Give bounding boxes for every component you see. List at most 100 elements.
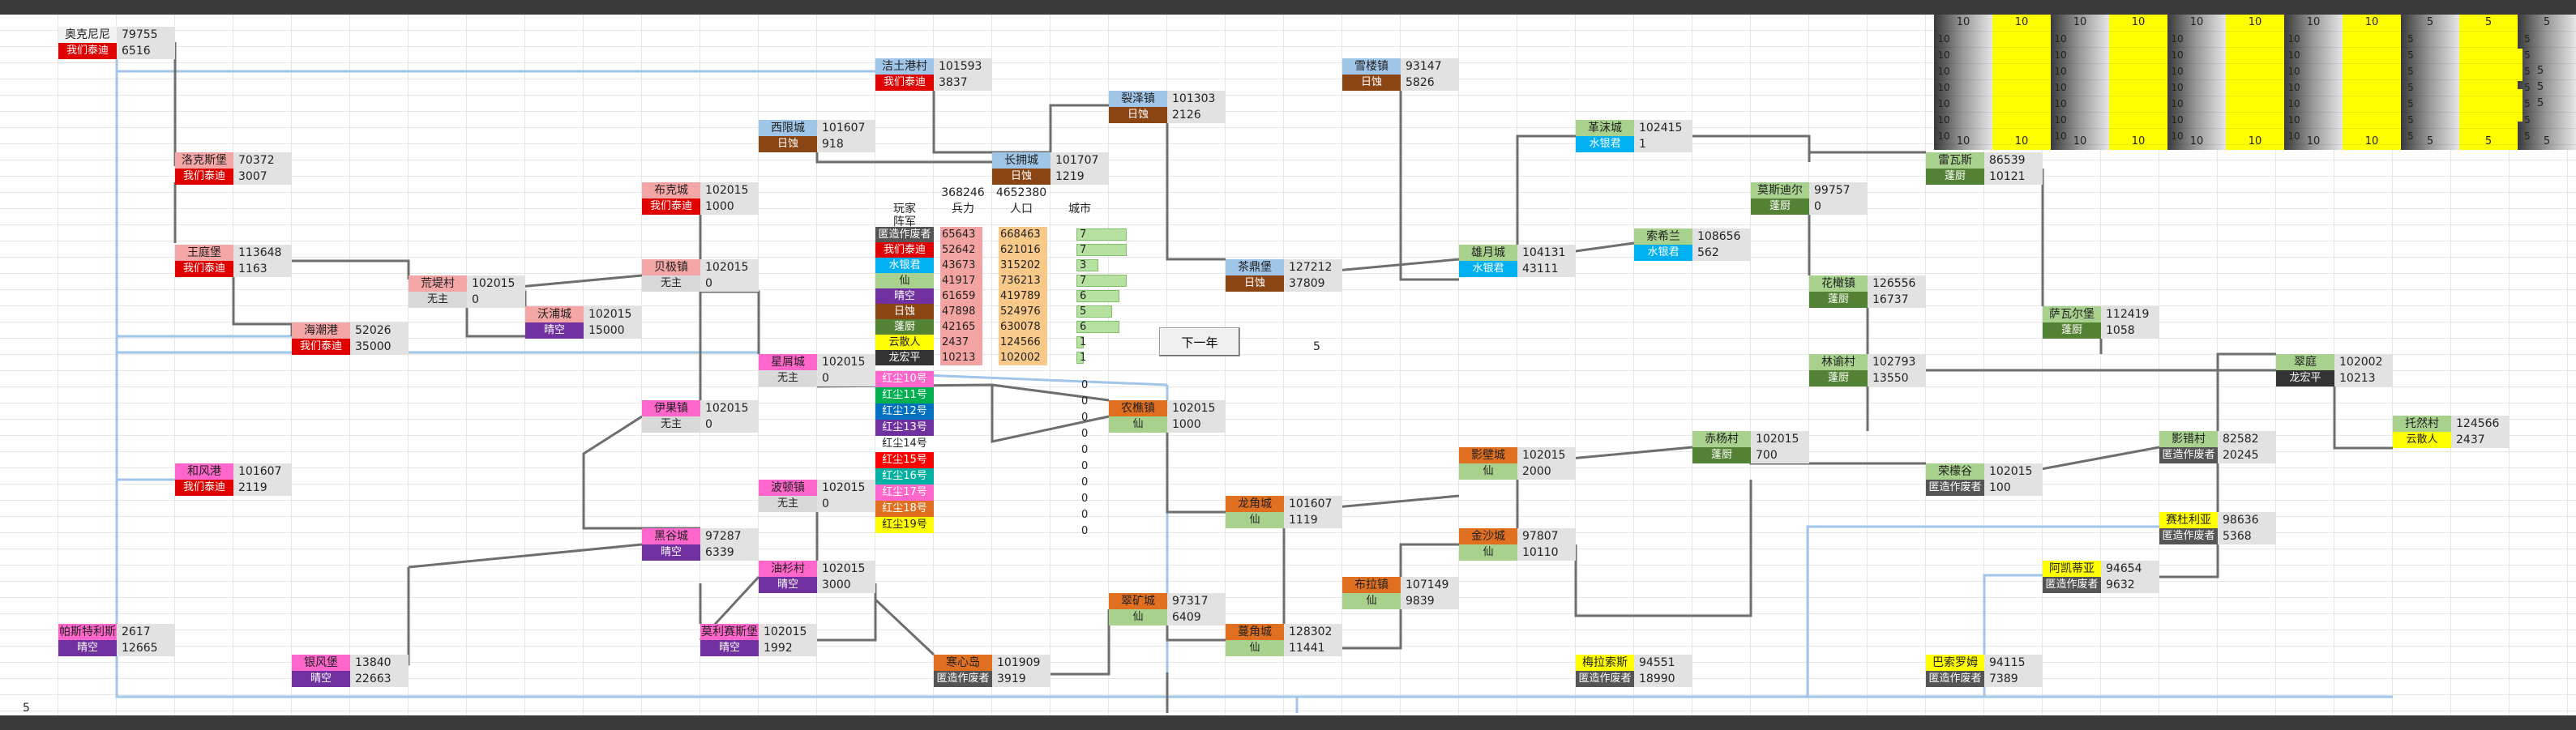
city-node-tuoran[interactable]: 托然村 124566 云散人 2437 <box>2393 416 2510 448</box>
city-node-woheng[interactable]: 沃浦城 102015 晴空 15000 <box>525 306 642 339</box>
city-name: 伊果镇 <box>642 400 700 416</box>
city-node-changyong[interactable]: 长拥城 101707 日蚀 1219 <box>992 152 1109 185</box>
city-node-chiyang[interactable]: 赤杨村 102015 蓬厨 700 <box>1692 431 1809 463</box>
stat-pop: 668463 <box>999 227 1047 242</box>
city-node-jietu[interactable]: 洁土港村 101593 我们泰迪 3837 <box>875 58 992 91</box>
stat-troops: 41917 <box>940 273 982 288</box>
city-population: 102015 <box>759 624 817 640</box>
city-node-xuelun[interactable]: 雪楼镇 93147 日蚀 5826 <box>1342 58 1459 91</box>
reserve-slot: 红尘16号 <box>875 468 934 485</box>
banner-cell-value: 5 <box>2407 66 2414 77</box>
stat-faction: 云散人 <box>875 335 934 350</box>
city-node-youshan[interactable]: 油杉村 102015 晴空 3000 <box>759 561 875 593</box>
city-node-haichao[interactable]: 海潮港 52026 我们泰迪 35000 <box>292 322 409 355</box>
city-node-cuiting[interactable]: 翠庭 102002 龙宏平 10213 <box>2276 354 2393 386</box>
city-name: 托然村 <box>2393 416 2451 432</box>
city-node-yingbi[interactable]: 影壁城 102015 仙 2000 <box>1459 447 1576 480</box>
city-owner: 匿造作废者 <box>934 671 992 687</box>
city-node-heigu[interactable]: 黑谷城 97287 晴空 6339 <box>642 528 759 561</box>
city-node-hefeng[interactable]: 和风港 101607 我们泰迪 2119 <box>175 463 292 496</box>
city-node-hanxin[interactable]: 寒心岛 101909 匿造作废者 3919 <box>934 655 1051 687</box>
city-node-manjiao[interactable]: 蔓角城 128302 仙 11441 <box>1226 624 1342 656</box>
city-troops: 2000 <box>1517 463 1576 480</box>
city-node-leiwa[interactable]: 雷瓦斯 86539 蓬厨 10121 <box>1926 152 2043 185</box>
banner-row-line <box>1934 31 2576 32</box>
city-troops: 37809 <box>1284 275 1342 292</box>
city-node-yinfeng[interactable]: 银风堡 13840 晴空 22663 <box>292 655 409 687</box>
city-name: 寒心岛 <box>934 655 992 671</box>
city-owner: 日蚀 <box>992 169 1051 185</box>
city-node-yijia[interactable]: 伊果镇 102015 无主 0 <box>642 400 759 433</box>
city-owner: 日蚀 <box>1342 75 1401 91</box>
city-owner: 无主 <box>642 416 700 433</box>
city-population: 102015 <box>1984 463 2043 480</box>
city-node-moli[interactable]: 莫利赛斯堡 102015 晴空 1992 <box>700 624 817 656</box>
city-name: 银风堡 <box>292 655 350 671</box>
city-node-akaide[interactable]: 阿凯蒂亚 94654 匿造作废者 9632 <box>2043 561 2159 593</box>
city-node-nongqiao[interactable]: 农樵镇 102015 仙 1000 <box>1109 400 1226 433</box>
reserve-zero: 0 <box>1081 428 1089 440</box>
city-troops: 10213 <box>2334 370 2393 386</box>
city-population: 101303 <box>1167 91 1226 107</box>
city-troops: 0 <box>467 292 525 308</box>
city-troops: 0 <box>700 416 759 433</box>
city-name: 革沫城 <box>1576 120 1634 136</box>
city-name: 荣檬谷 <box>1926 463 1984 480</box>
city-node-xingluo[interactable]: 星屑城 102015 无主 0 <box>759 354 875 386</box>
city-node-pasi[interactable]: 帕斯特利斯 2617 晴空 12665 <box>58 624 175 656</box>
city-node-aoke[interactable]: 奥克尼尼 79755 我们泰迪 6516 <box>58 27 175 59</box>
banner-cell-value: 10 <box>1937 130 1950 142</box>
city-node-xiongyue[interactable]: 雄月城 104131 水银君 43111 <box>1459 245 1576 277</box>
city-node-meilasi[interactable]: 梅拉索斯 94551 匿造作废者 18990 <box>1576 655 1692 687</box>
city-population: 13840 <box>350 655 409 671</box>
city-node-bula[interactable]: 布拉镇 107149 仙 9839 <box>1342 577 1459 609</box>
city-node-mosi[interactable]: 莫斯迪尔 99757 蓬厨 0 <box>1751 182 1868 215</box>
city-node-yingjie[interactable]: 影错村 82582 匿造作废者 20245 <box>2159 431 2276 463</box>
city-node-bosi[interactable]: 波顿镇 102015 无主 0 <box>759 480 875 512</box>
city-population: 107149 <box>1401 577 1459 593</box>
city-name: 沃浦城 <box>525 306 584 322</box>
city-node-buke[interactable]: 布克城 102015 我们泰迪 1000 <box>642 182 759 215</box>
city-node-huagan[interactable]: 花橄镇 126556 蓬厨 16737 <box>1809 275 1926 308</box>
city-node-longjiao[interactable]: 龙角城 101607 仙 1119 <box>1226 496 1342 528</box>
banner-cell-value: 5 <box>2524 82 2531 93</box>
city-node-linyu[interactable]: 林谕村 102793 蓬厨 13550 <box>1809 354 1926 386</box>
city-troops: 5826 <box>1401 75 1459 91</box>
city-node-gemo[interactable]: 革沫城 102415 水银君 1 <box>1576 120 1692 152</box>
city-population: 124566 <box>2451 416 2510 432</box>
city-name: 海潮港 <box>292 322 350 339</box>
city-node-basuo[interactable]: 巴索罗姆 94115 匿造作废者 7389 <box>1926 655 2043 687</box>
city-population: 99757 <box>1809 182 1868 199</box>
city-node-jinsha[interactable]: 金沙城 97807 仙 10110 <box>1459 528 1576 561</box>
total-pop: 4652380 <box>995 186 1047 199</box>
banner-cell-value: 5 <box>2524 66 2531 77</box>
city-name: 翠庭 <box>2276 354 2334 370</box>
city-name: 阿凯蒂亚 <box>2043 561 2101 577</box>
stat-faction: 龙宏平 <box>875 350 934 365</box>
city-population: 108656 <box>1692 228 1751 245</box>
next-year-button[interactable]: 下一年 <box>1159 327 1240 356</box>
reserve-slot: 红尘14号 <box>875 436 934 452</box>
city-node-huangji[interactable]: 荒堤村 102015 无主 0 <box>409 275 525 308</box>
reserve-slot: 红尘19号 <box>875 517 934 533</box>
city-node-sawa[interactable]: 萨瓦尔堡 112419 蓬厨 1058 <box>2043 306 2159 339</box>
city-node-rongshu[interactable]: 荣檬谷 102015 匿造作废者 100 <box>1926 463 2043 496</box>
city-node-luoke[interactable]: 洛克斯堡 70372 我们泰迪 3007 <box>175 152 292 185</box>
stat-pop: 315202 <box>999 258 1047 273</box>
banner-cell-value: 10 <box>1937 98 1950 109</box>
city-node-wangting[interactable]: 王庭堡 113648 我们泰迪 1163 <box>175 245 292 277</box>
year-counter: 5 <box>1313 340 1320 353</box>
stat-cities: 7 <box>1080 228 1087 241</box>
banner-cell-value: 10 <box>2054 98 2067 109</box>
city-node-suoxi[interactable]: 索希兰 108656 水银君 562 <box>1634 228 1751 261</box>
city-node-liewo[interactable]: 裂泽镇 101303 日蚀 2126 <box>1109 91 1226 123</box>
city-node-xiyuan[interactable]: 西限城 101607 日蚀 918 <box>759 120 875 152</box>
banner-cell-value: 10 <box>1937 114 1950 126</box>
banner-row-line <box>1934 112 2576 113</box>
city-troops: 2126 <box>1167 107 1226 123</box>
city-node-cuikuang[interactable]: 翠矿城 97317 仙 6409 <box>1109 593 1226 625</box>
city-troops: 10110 <box>1517 544 1576 561</box>
city-node-saidu[interactable]: 赛杜利亚 98636 匿造作废者 5368 <box>2159 512 2276 544</box>
city-node-chaming[interactable]: 茶鼎堡 127212 日蚀 37809 <box>1226 259 1342 292</box>
city-node-beiji[interactable]: 贝极镇 102015 无主 0 <box>642 259 759 292</box>
